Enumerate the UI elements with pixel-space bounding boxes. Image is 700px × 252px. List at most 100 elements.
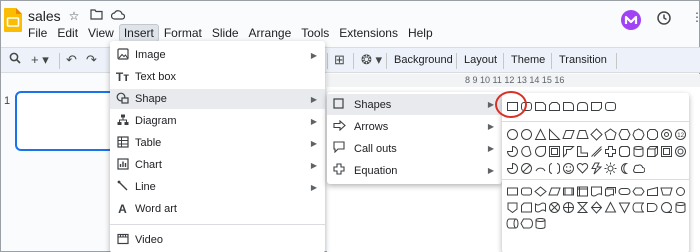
smile-shape-icon[interactable] — [562, 162, 575, 175]
process-shape-icon[interactable] — [506, 185, 519, 198]
shape-item-equation[interactable]: Equation ▶ — [327, 160, 502, 181]
stored-shape-icon[interactable] — [632, 201, 645, 214]
menu-help[interactable]: Help — [403, 24, 438, 42]
undo-icon[interactable]: ↶ — [66, 52, 77, 68]
prep-shape-icon[interactable] — [632, 185, 645, 198]
plus-shape-icon[interactable] — [604, 145, 617, 158]
connector-shape-icon[interactable] — [674, 185, 687, 198]
more-options-icon[interactable]: ⋮ — [691, 10, 700, 24]
circle-shape-icon[interactable] — [520, 128, 533, 141]
search-menus-icon[interactable] — [9, 52, 21, 67]
round2-shape-icon[interactable] — [576, 100, 589, 113]
horizontal-ruler[interactable]: 8 9 10 11 12 13 14 15 16 — [327, 74, 700, 87]
collate-shape-icon[interactable] — [576, 201, 589, 214]
sun-shape-icon[interactable] — [604, 162, 617, 175]
insert-item-line[interactable]: Line ▶ — [110, 177, 325, 197]
oct-shape-icon[interactable] — [646, 128, 659, 141]
insert-item-image[interactable]: Image ▶ — [110, 45, 325, 65]
insert-item-video[interactable]: Video — [110, 230, 325, 250]
terminator-shape-icon[interactable] — [618, 185, 631, 198]
shape-item-callouts[interactable]: Call outs ▶ — [327, 138, 502, 159]
rtri-shape-icon[interactable] — [548, 128, 561, 141]
seqaccess-shape-icon[interactable] — [660, 201, 673, 214]
shape-item-arrows[interactable]: Arrows ▶ — [327, 116, 502, 137]
menu-format[interactable]: Format — [159, 24, 207, 42]
menu-file[interactable]: File — [23, 24, 52, 42]
dec-shape-icon[interactable] — [660, 128, 673, 141]
sumjunc-shape-icon[interactable] — [548, 201, 561, 214]
menu-arrange[interactable]: Arrange — [244, 24, 297, 42]
insert-item-shape[interactable]: Shape ▶ — [110, 89, 325, 109]
cube-shape-icon[interactable] — [646, 145, 659, 158]
insert-item-table[interactable]: Table ▶ — [110, 133, 325, 153]
snip-shape-icon[interactable] — [534, 100, 547, 113]
bevel-shape-icon[interactable] — [660, 145, 673, 158]
halfframe-shape-icon[interactable] — [562, 145, 575, 158]
hex-shape-icon[interactable] — [618, 128, 631, 141]
pie-shape-icon[interactable] — [506, 162, 519, 175]
round1-shape-icon[interactable] — [562, 100, 575, 113]
layout-button[interactable]: Layout — [464, 54, 497, 66]
bolt-shape-icon[interactable] — [590, 162, 603, 175]
document-title[interactable]: sales — [28, 8, 61, 24]
altproc-shape-icon[interactable] — [520, 185, 533, 198]
magdisk-shape-icon[interactable] — [534, 217, 547, 230]
addon-m-icon[interactable] — [620, 9, 642, 31]
merge-shape-icon[interactable] — [618, 201, 631, 214]
trap-shape-icon[interactable] — [576, 128, 589, 141]
card-shape-icon[interactable] — [520, 201, 533, 214]
hept-shape-icon[interactable] — [632, 128, 645, 141]
fill-color-icon[interactable]: ❂ ▾ — [361, 52, 382, 68]
snip2-shape-icon[interactable] — [548, 100, 561, 113]
new-slide-icon[interactable]: + ▾ — [31, 52, 49, 68]
chord-shape-icon[interactable] — [520, 145, 533, 158]
heart-shape-icon[interactable] — [576, 162, 589, 175]
bracket-shape-icon[interactable] — [548, 162, 561, 175]
shape-item-shapes[interactable]: Shapes ▶ — [327, 94, 502, 115]
slide-thumbnail[interactable] — [15, 91, 115, 151]
background-button[interactable]: Background — [394, 54, 453, 66]
or-shape-icon[interactable] — [562, 201, 575, 214]
theme-button[interactable]: Theme — [511, 54, 545, 66]
frame-shape-icon[interactable] — [548, 145, 561, 158]
insert-item-diagram[interactable]: Diagram ▶ — [110, 111, 325, 131]
plaque-shape-icon[interactable] — [618, 145, 631, 158]
menu-view[interactable]: View — [83, 24, 119, 42]
cloud-status-icon[interactable] — [110, 9, 126, 23]
insert-item-word-art[interactable]: A Word art — [110, 199, 325, 219]
insert-item-chart[interactable]: Chart ▶ — [110, 155, 325, 175]
diag-shape-icon[interactable] — [590, 145, 603, 158]
menu-insert[interactable]: Insert — [118, 24, 159, 42]
menu-extensions[interactable]: Extensions — [334, 24, 403, 42]
tri-shape-icon[interactable] — [534, 128, 547, 141]
delay-shape-icon[interactable] — [646, 201, 659, 214]
tear-shape-icon[interactable] — [534, 145, 547, 158]
para-shape-icon[interactable] — [562, 128, 575, 141]
extract-shape-icon[interactable] — [604, 201, 617, 214]
nosym-shape-icon[interactable] — [520, 162, 533, 175]
cloud-shape-icon[interactable] — [632, 162, 645, 175]
sort-shape-icon[interactable] — [590, 201, 603, 214]
internal-shape-icon[interactable] — [576, 185, 589, 198]
redo-icon[interactable]: ↷ — [86, 52, 97, 68]
lshape-shape-icon[interactable] — [576, 145, 589, 158]
menu-edit[interactable]: Edit — [52, 24, 83, 42]
menu-tools[interactable]: Tools — [296, 24, 334, 42]
diamond-shape-icon[interactable] — [590, 128, 603, 141]
num-shape-icon[interactable]: 12 — [674, 128, 687, 141]
fold-shape-icon[interactable] — [590, 100, 603, 113]
version-history-icon[interactable] — [656, 10, 672, 31]
can-shape-icon[interactable] — [632, 145, 645, 158]
donut-shape-icon[interactable] — [674, 145, 687, 158]
slides-logo-icon[interactable] — [3, 7, 23, 33]
pie-shape-icon[interactable] — [506, 145, 519, 158]
tape-shape-icon[interactable] — [534, 201, 547, 214]
multidoc-shape-icon[interactable] — [604, 185, 617, 198]
data-shape-icon[interactable] — [548, 185, 561, 198]
manual-shape-icon[interactable] — [646, 185, 659, 198]
star-icon[interactable]: ☆ — [67, 9, 81, 23]
move-folder-icon[interactable] — [89, 9, 103, 23]
pent-shape-icon[interactable] — [604, 128, 617, 141]
moon-shape-icon[interactable] — [618, 162, 631, 175]
transition-button[interactable]: Transition — [559, 54, 607, 66]
